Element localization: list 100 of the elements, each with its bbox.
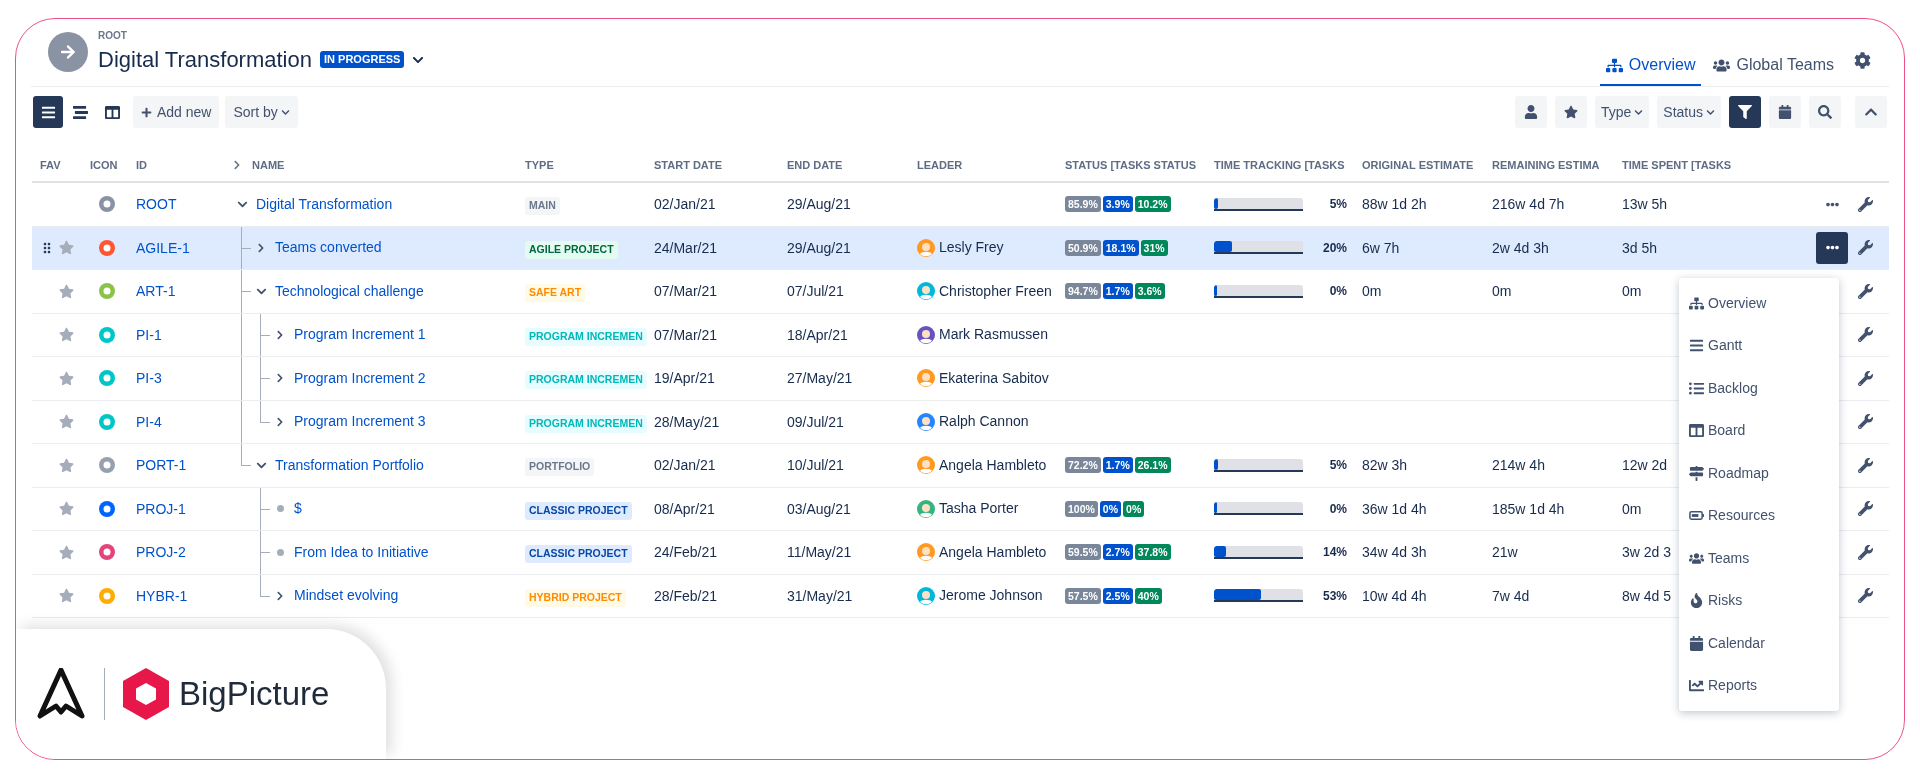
status-percent-tag: 85.9% xyxy=(1065,196,1101,213)
leader-name: Angela Hambleto xyxy=(939,455,1047,475)
menu-item[interactable]: Teams xyxy=(1679,537,1839,580)
toolbar-icon-button[interactable] xyxy=(1554,96,1587,128)
star-icon[interactable] xyxy=(59,544,74,560)
wrench-icon[interactable] xyxy=(1858,457,1873,473)
menu-item[interactable]: Risks xyxy=(1679,579,1839,622)
wrench-icon[interactable] xyxy=(1858,327,1873,343)
remaining-estimate: 216w 4d 7h xyxy=(1492,196,1565,213)
toolbar-icon-button[interactable] xyxy=(1514,96,1547,128)
item-id-link[interactable]: PROJ-2 xyxy=(136,544,186,561)
star-icon[interactable] xyxy=(59,283,74,299)
item-name-link[interactable]: $ xyxy=(294,498,302,520)
status-percent-tag: 57.5% xyxy=(1065,587,1101,604)
menu-item[interactable]: Gantt xyxy=(1679,324,1839,367)
leader-name: Lesly Frey xyxy=(939,238,1004,258)
item-id-link[interactable]: PI-1 xyxy=(136,326,162,343)
wrench-icon[interactable] xyxy=(1858,370,1873,386)
time-tracking-percent: 5% xyxy=(1328,196,1347,214)
expand-all-icon[interactable] xyxy=(232,160,242,170)
wrench-icon[interactable] xyxy=(1858,588,1873,604)
menu-item[interactable]: Board xyxy=(1679,409,1839,452)
expand-chevron-icon[interactable] xyxy=(275,373,285,384)
star-icon[interactable] xyxy=(59,370,74,386)
filter-dropdown[interactable]: Status xyxy=(1657,96,1721,128)
end-date: 31/May/21 xyxy=(787,587,853,604)
item-name-link[interactable]: Program Increment 3 xyxy=(294,411,426,433)
star-icon xyxy=(1563,105,1578,119)
column-header: NAME xyxy=(252,157,285,173)
settings-icon[interactable] xyxy=(1854,51,1871,69)
toolbar-icon-button[interactable] xyxy=(1729,96,1761,128)
column-header: END DATE xyxy=(787,157,843,173)
column-header: ID xyxy=(136,157,147,173)
item-name-link[interactable]: Program Increment 1 xyxy=(294,324,426,346)
page-title: Digital Transformation xyxy=(98,46,312,74)
star-icon[interactable] xyxy=(59,457,74,473)
wrench-icon[interactable] xyxy=(1858,240,1873,256)
item-id-link[interactable]: PI-4 xyxy=(136,413,162,430)
item-id-link[interactable]: ROOT xyxy=(136,196,177,213)
item-id-link[interactable]: HYBR-1 xyxy=(136,587,188,604)
nav-tab[interactable]: Overview xyxy=(1599,46,1702,86)
item-name-link[interactable]: Program Increment 2 xyxy=(294,367,426,389)
wrench-icon[interactable] xyxy=(1858,196,1873,212)
column-header: TIME SPENT [TASKS xyxy=(1622,157,1732,173)
status-percent-tag: 31% xyxy=(1140,239,1168,256)
more-actions-button[interactable] xyxy=(1816,231,1848,264)
expand-chevron-icon[interactable] xyxy=(275,590,285,601)
item-id-link[interactable]: PORT-1 xyxy=(136,457,187,474)
item-name-link[interactable]: Digital Transformation xyxy=(256,193,393,215)
item-name-link[interactable]: From Idea to Initiative xyxy=(294,541,429,563)
menu-item[interactable]: Calendar xyxy=(1679,622,1839,665)
menu-item[interactable]: Reports xyxy=(1679,664,1839,707)
star-icon[interactable] xyxy=(59,588,74,604)
sort-by-dropdown[interactable]: Sort by xyxy=(225,96,298,128)
wrench-icon[interactable] xyxy=(1858,544,1873,560)
wrench-icon[interactable] xyxy=(1858,501,1873,517)
item-name-link[interactable]: Technological challenge xyxy=(275,280,424,302)
item-id-link[interactable]: AGILE-1 xyxy=(136,239,190,256)
time-spent: 12w 2d xyxy=(1622,457,1668,474)
menu-item[interactable]: Resources xyxy=(1679,494,1839,537)
item-id-link[interactable]: PROJ-1 xyxy=(136,500,186,517)
item-id-link[interactable]: PI-3 xyxy=(136,370,162,387)
time-spent: 13w 5h xyxy=(1622,196,1668,213)
leader-name: Christopher Freen xyxy=(939,281,1052,301)
menu-item[interactable]: Overview xyxy=(1679,282,1839,325)
status-percent-tag: 0% xyxy=(1123,500,1145,517)
breadcrumb[interactable]: ROOT xyxy=(98,28,425,43)
original-estimate: 88w 1d 2h xyxy=(1362,196,1427,213)
item-id-link[interactable]: ART-1 xyxy=(136,283,176,300)
expand-chevron-icon[interactable] xyxy=(256,242,266,253)
expand-chevron-icon[interactable] xyxy=(275,416,285,427)
start-date: 19/Apr/21 xyxy=(654,370,715,387)
wrench-icon[interactable] xyxy=(1858,414,1873,430)
item-name-link[interactable]: Mindset evolving xyxy=(294,585,399,607)
type-tag: SAFE ART xyxy=(525,284,586,302)
star-icon[interactable] xyxy=(59,240,74,256)
toolbar-icon-button[interactable] xyxy=(1769,96,1801,128)
view-toggle-button[interactable] xyxy=(33,96,63,128)
chart-icon xyxy=(1689,678,1704,694)
item-name-link[interactable]: Transformation Portfolio xyxy=(275,454,424,476)
nav-tab[interactable]: Global Teams xyxy=(1707,46,1840,86)
expand-chevron-icon[interactable] xyxy=(275,329,285,340)
star-icon[interactable] xyxy=(59,414,74,430)
hexagon-logo-icon xyxy=(123,668,169,720)
toolbar-icon-button[interactable] xyxy=(1809,96,1841,128)
time-tracking-percent: 53% xyxy=(1321,587,1347,605)
end-date: 29/Aug/21 xyxy=(787,196,851,213)
add-new-button[interactable]: Add new xyxy=(133,96,220,128)
star-icon[interactable] xyxy=(59,327,74,343)
selected-table-row[interactable]: AGILE-1 Teams converted AGILE PROJECT 24/Mar/21 29/Aug/21 Lesly Frey 50.9% 18.1% 31% 20% 6w 7h 2w 4d 3h 3d 5h xyxy=(32,226,1889,270)
item-name-link[interactable]: Teams converted xyxy=(275,237,382,259)
plus-icon xyxy=(141,106,152,118)
type-tag: PROGRAM INCREMEN xyxy=(525,371,647,389)
menu-item[interactable]: Roadmap xyxy=(1679,452,1839,495)
type-tag: AGILE PROJECT xyxy=(525,240,618,259)
wrench-icon[interactable] xyxy=(1858,283,1873,299)
filter-dropdown[interactable]: Type xyxy=(1594,96,1650,128)
star-icon[interactable] xyxy=(59,501,74,517)
menu-item[interactable]: Backlog xyxy=(1679,367,1839,410)
filter-icon xyxy=(1738,105,1752,119)
